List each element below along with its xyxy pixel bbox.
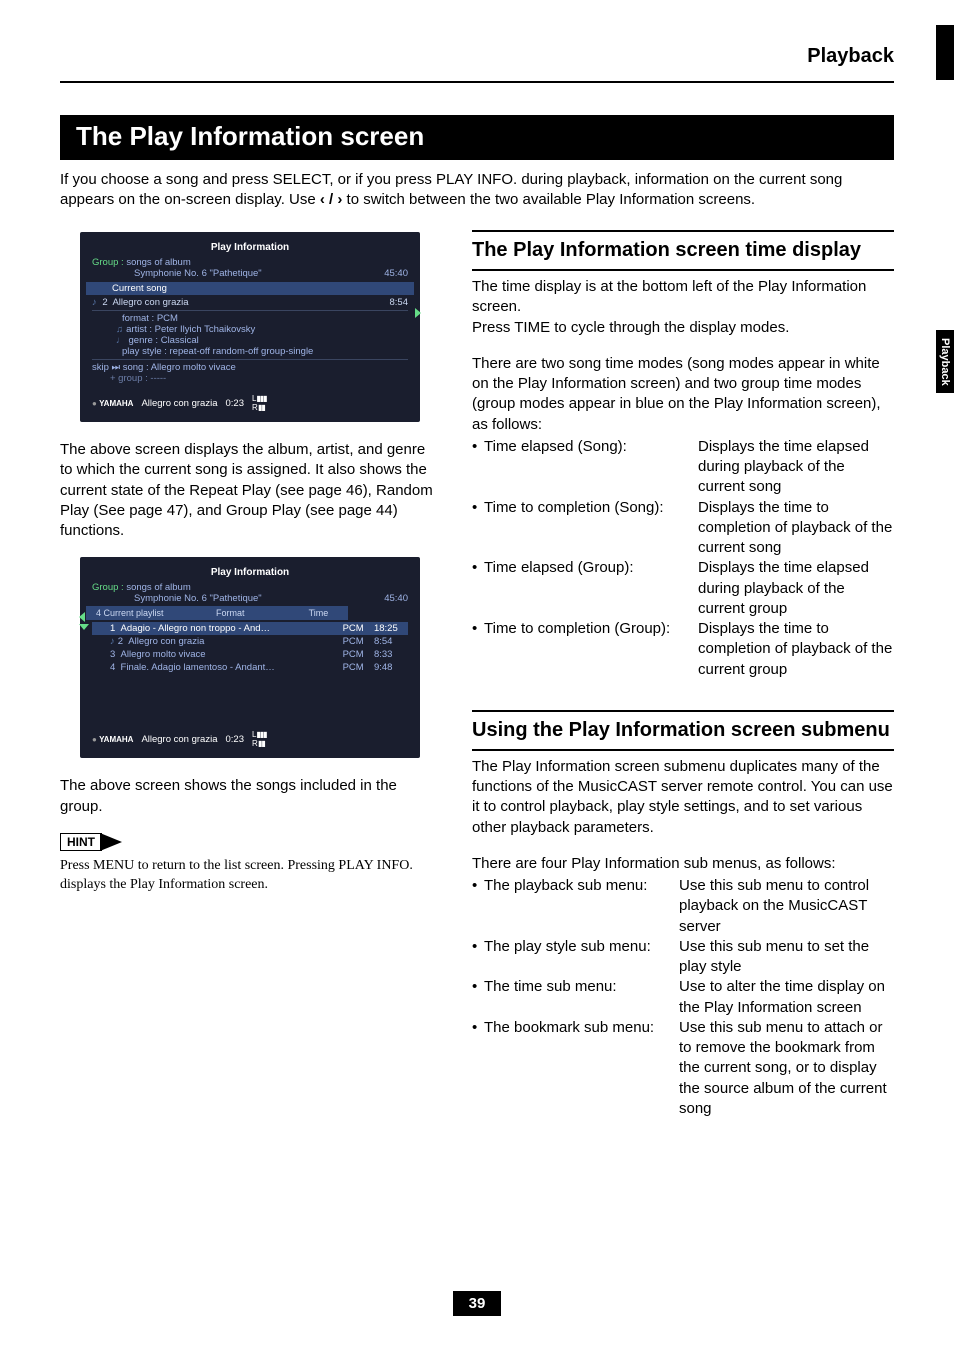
playlist-row: 4 Finale. Adagio lamentoso - Andant…PCM9… xyxy=(92,661,408,674)
intro-paragraph: If you choose a song and press SELECT, o… xyxy=(60,170,894,211)
ss2-footer-time: 0:23 xyxy=(225,734,244,745)
sec2-p2: There are four Play Information sub menu… xyxy=(472,854,894,874)
artist-icon: ♫ xyxy=(116,324,123,335)
ss1-song-time: 8:54 xyxy=(390,297,409,308)
note-icon: ♪ xyxy=(92,297,97,308)
nav-arrow-right-icon xyxy=(415,308,421,318)
header-rule xyxy=(60,81,894,83)
list-item: •The playback sub menu:Use this sub menu… xyxy=(472,876,894,937)
left-paragraph-1: The above screen displays the album, art… xyxy=(60,440,440,541)
play-info-screenshot-1: Play Information Group : songs of album … xyxy=(80,232,420,422)
ss2-col-format: Format xyxy=(215,607,257,619)
intro-text-b: to switch between the two available Play… xyxy=(342,191,755,208)
ss1-current-song-label: Current song xyxy=(92,283,167,294)
ss1-group-line2: Symphonie No. 6 "Pathetique" xyxy=(92,268,262,279)
playlist-row: ♪2 Allegro con graziaPCM8:54 xyxy=(92,635,408,648)
sec1-p3: There are two song time modes (song mode… xyxy=(472,354,894,435)
genre-icon: ♩ xyxy=(116,335,126,346)
ss1-play-style: play style : repeat-off random-off group… xyxy=(92,346,313,357)
list-item: •Time to completion (Group):Displays the… xyxy=(472,619,894,680)
ss2-title: Play Information xyxy=(92,567,408,578)
level-meter-icon: L ▮▮▮R ▮▮ xyxy=(252,394,267,412)
list-item: •Time elapsed (Group):Displays the time … xyxy=(472,558,894,619)
page-number: 39 xyxy=(0,1291,954,1316)
right-column: The Play Information screen time display… xyxy=(472,226,894,1119)
ss1-title: Play Information xyxy=(92,242,408,253)
section-title-submenu: Using the Play Information screen submen… xyxy=(472,718,894,743)
ss2-group-line2: Symphonie No. 6 "Pathetique" xyxy=(92,593,262,604)
ss2-col-time: Time xyxy=(308,607,342,619)
ss1-genre: genre : Classical xyxy=(129,335,199,346)
playlist-row: 3 Allegro molto vivacePCM8:33 xyxy=(92,648,408,661)
page-title-banner: The Play Information screen xyxy=(60,115,894,160)
list-item: •The time sub menu:Use to alter the time… xyxy=(472,977,894,1018)
level-meter-icon-2: L ▮▮▮R ▮▮ xyxy=(252,730,267,748)
ss2-group-line1: songs of album xyxy=(126,582,190,593)
ss2-playlist-label: 4 Current playlist xyxy=(96,608,164,618)
playlist-row: 1 Adagio - Allegro non troppo - And…PCM1… xyxy=(92,622,408,635)
section-rule xyxy=(472,230,894,232)
hint-text: Press MENU to return to the list screen.… xyxy=(60,857,440,895)
ss2-total-time: 45:40 xyxy=(384,593,408,604)
left-right-glyph: ‹ / › xyxy=(320,191,343,208)
time-modes-list: •Time elapsed (Song):Displays the time e… xyxy=(472,437,894,680)
ss2-group-label: Group : xyxy=(92,582,124,593)
ss1-total-time: 45:40 xyxy=(384,268,408,279)
ss1-footer-time: 0:23 xyxy=(225,398,244,409)
left-paragraph-2: The above screen shows the songs include… xyxy=(60,776,440,817)
ss1-format: format : PCM xyxy=(92,313,178,324)
ss1-group-line1: songs of album xyxy=(126,257,190,268)
list-item: •The bookmark sub menu:Use this sub menu… xyxy=(472,1018,894,1119)
ss1-song-num: 2 xyxy=(102,297,107,308)
nav-arrow-left-icon xyxy=(79,612,85,622)
hint-block: HINT Press MENU to return to the list sc… xyxy=(60,833,440,895)
ss2-footer-title: Allegro con grazia xyxy=(141,734,217,745)
ss1-skip-group: + group : ----- xyxy=(92,373,166,384)
side-section-tab: Playback xyxy=(936,330,954,393)
section-header: Playback xyxy=(807,45,894,68)
ss1-footer-title: Allegro con grazia xyxy=(141,398,217,409)
yamaha-brand-2: ● YAMAHA xyxy=(92,735,133,744)
nav-arrow-down-icon xyxy=(79,624,89,630)
list-item: •The play style sub menu:Use this sub me… xyxy=(472,937,894,978)
left-column: Play Information Group : songs of album … xyxy=(60,226,440,1119)
section-rule xyxy=(472,749,894,751)
section-rule xyxy=(472,269,894,271)
ss1-group-label: Group : xyxy=(92,257,124,268)
submenus-list: •The playback sub menu:Use this sub menu… xyxy=(472,876,894,1119)
sec1-p2: Press TIME to cycle through the display … xyxy=(472,318,894,338)
section-rule xyxy=(472,710,894,712)
list-item: •Time elapsed (Song):Displays the time e… xyxy=(472,437,894,498)
ss1-skip: skip ⏭ song : Allegro molto vivace xyxy=(92,362,236,373)
ss1-song-title: Allegro con grazia xyxy=(112,297,188,308)
page-edge-tab xyxy=(936,25,954,80)
list-item: •Time to completion (Song):Displays the … xyxy=(472,498,894,559)
sec2-p1: The Play Information screen submenu dupl… xyxy=(472,757,894,838)
play-info-screenshot-2: Play Information Group : songs of album … xyxy=(80,557,420,758)
hint-arrow-icon xyxy=(100,833,122,851)
hint-flag: HINT xyxy=(60,833,102,851)
sec1-p1: The time display is at the bottom left o… xyxy=(472,277,894,318)
ss1-artist: artist : Peter Ilyich Tchaikovsky xyxy=(126,324,255,335)
section-title-time-display: The Play Information screen time display xyxy=(472,238,894,263)
yamaha-brand: ● YAMAHA xyxy=(92,399,133,408)
